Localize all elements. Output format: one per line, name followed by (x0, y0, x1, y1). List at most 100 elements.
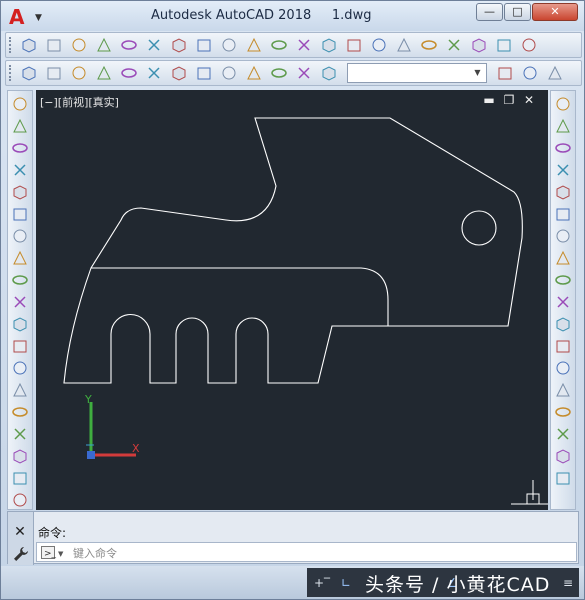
move-icon[interactable] (554, 205, 572, 223)
command-input[interactable]: >_ ▼ 键入命令 (36, 542, 577, 562)
intersect-icon[interactable] (420, 36, 438, 54)
break-icon[interactable] (554, 359, 572, 377)
spline-icon[interactable] (11, 271, 29, 289)
extend-icon[interactable] (554, 315, 572, 333)
bottom-view-icon[interactable] (70, 64, 88, 82)
stretch-icon[interactable] (554, 271, 572, 289)
region-icon[interactable] (20, 64, 38, 82)
se-iso-icon[interactable] (220, 64, 238, 82)
construction-line-icon[interactable] (11, 117, 29, 135)
scale-icon[interactable] (554, 249, 572, 267)
ellipse-icon[interactable] (11, 293, 29, 311)
view-combo[interactable]: ▼ (347, 63, 487, 83)
command-line-panel: ✕ 命令: >_ ▼ 键入命令 (7, 511, 579, 565)
ucs-icon[interactable] (496, 64, 514, 82)
title-bar: A ▼ Autodesk AutoCAD 2018 1.dwg — □ ✕ (1, 1, 584, 31)
wrench-icon[interactable] (13, 546, 29, 562)
right-view-icon[interactable] (120, 64, 138, 82)
grid-snap-icon[interactable]: +‾ (313, 574, 331, 592)
planar-surface-icon[interactable] (220, 36, 238, 54)
erase-icon[interactable] (554, 95, 572, 113)
trim-icon[interactable] (554, 293, 572, 311)
chevron-down-icon[interactable]: ▼ (471, 66, 484, 80)
explode-icon[interactable] (554, 469, 572, 487)
cylinder-icon[interactable] (45, 36, 63, 54)
settings-icon[interactable]: ≡ (559, 574, 577, 592)
copy-icon[interactable] (554, 117, 572, 135)
subtract-icon[interactable] (395, 36, 413, 54)
sw-iso-icon[interactable] (195, 64, 213, 82)
ne-iso-icon[interactable] (245, 64, 263, 82)
circle-icon[interactable] (11, 227, 29, 245)
blend-curves-icon[interactable] (554, 447, 572, 465)
camera-icon[interactable] (295, 64, 313, 82)
rotate-icon[interactable] (554, 227, 572, 245)
orbit-icon[interactable] (320, 64, 338, 82)
cylinder-solid-icon[interactable] (145, 36, 163, 54)
top-view-icon[interactable] (45, 64, 63, 82)
torus-icon[interactable] (170, 36, 188, 54)
front-view-icon[interactable] (145, 64, 163, 82)
cone-icon[interactable] (95, 36, 113, 54)
revision-cloud-icon[interactable] (11, 249, 29, 267)
maximize-button[interactable]: □ (504, 3, 531, 21)
region-icon[interactable] (11, 447, 29, 465)
box-icon[interactable] (20, 36, 38, 54)
point-icon[interactable] (11, 381, 29, 399)
fillet-icon[interactable] (554, 425, 572, 443)
rectangle-icon[interactable] (11, 183, 29, 201)
hatch-icon[interactable] (11, 403, 29, 421)
loft-icon[interactable] (345, 36, 363, 54)
polygon-icon[interactable] (11, 161, 29, 179)
toolbar-grip[interactable] (9, 37, 13, 53)
mirror-icon[interactable] (554, 139, 572, 157)
crosshair-cursor (511, 480, 548, 505)
polyline-icon[interactable] (11, 139, 29, 157)
command-close-icon[interactable]: ✕ (8, 524, 32, 540)
array-icon[interactable] (554, 183, 572, 201)
extrude-icon[interactable] (245, 36, 263, 54)
sphere-icon[interactable] (120, 36, 138, 54)
presspull-icon[interactable] (270, 36, 288, 54)
union-icon[interactable] (370, 36, 388, 54)
close-button[interactable]: ✕ (532, 3, 578, 21)
sweep-icon[interactable] (295, 36, 313, 54)
break-at-point-icon[interactable] (554, 337, 572, 355)
thicken-icon[interactable] (495, 36, 513, 54)
join-icon[interactable] (554, 381, 572, 399)
status-bar: +‾ ∟ ∠ ≡ 头条号 / 小黄花CAD (1, 566, 584, 599)
wedge-icon[interactable] (70, 36, 88, 54)
make-block-icon[interactable] (11, 359, 29, 377)
slice-icon[interactable] (470, 36, 488, 54)
left-view-icon[interactable] (95, 64, 113, 82)
minimize-button[interactable]: — (476, 3, 503, 21)
ucs-x-label: X (132, 442, 140, 455)
pyramid-icon[interactable] (195, 36, 213, 54)
insert-block-icon[interactable] (11, 337, 29, 355)
ellipse-arc-icon[interactable] (11, 315, 29, 333)
gradient-icon[interactable] (11, 425, 29, 443)
line-icon[interactable] (11, 95, 29, 113)
arc-icon[interactable] (11, 205, 29, 223)
application-menu-button[interactable]: A ▼ (7, 5, 47, 29)
drawing-canvas: Y X (63, 117, 548, 505)
ucs-previous-icon[interactable] (546, 64, 564, 82)
ucs-world-icon[interactable] (521, 64, 539, 82)
back-view-icon[interactable] (170, 64, 188, 82)
multiline-text-icon[interactable] (11, 491, 29, 509)
nw-iso-icon[interactable] (270, 64, 288, 82)
drawing-viewport[interactable]: [−][前视][真实] ▬ ❐ ✕ Y X (36, 90, 548, 510)
revolve-icon[interactable] (320, 36, 338, 54)
ortho-mode-icon[interactable]: ∟ (337, 574, 355, 592)
toolbar-grip[interactable] (9, 65, 13, 81)
table-icon[interactable] (11, 469, 29, 487)
svg-text:>_: >_ (44, 549, 57, 559)
extract-edges-icon[interactable] (520, 36, 538, 54)
command-line-grip[interactable]: ✕ (8, 512, 34, 565)
window-title: Autodesk AutoCAD 2018 1.dwg (151, 8, 372, 23)
chamfer-icon[interactable] (554, 403, 572, 421)
command-prompt-icon[interactable]: >_ ▼ (41, 546, 67, 559)
offset-icon[interactable] (554, 161, 572, 179)
chevron-down-icon: ▼ (35, 13, 42, 23)
interfere-icon[interactable] (445, 36, 463, 54)
